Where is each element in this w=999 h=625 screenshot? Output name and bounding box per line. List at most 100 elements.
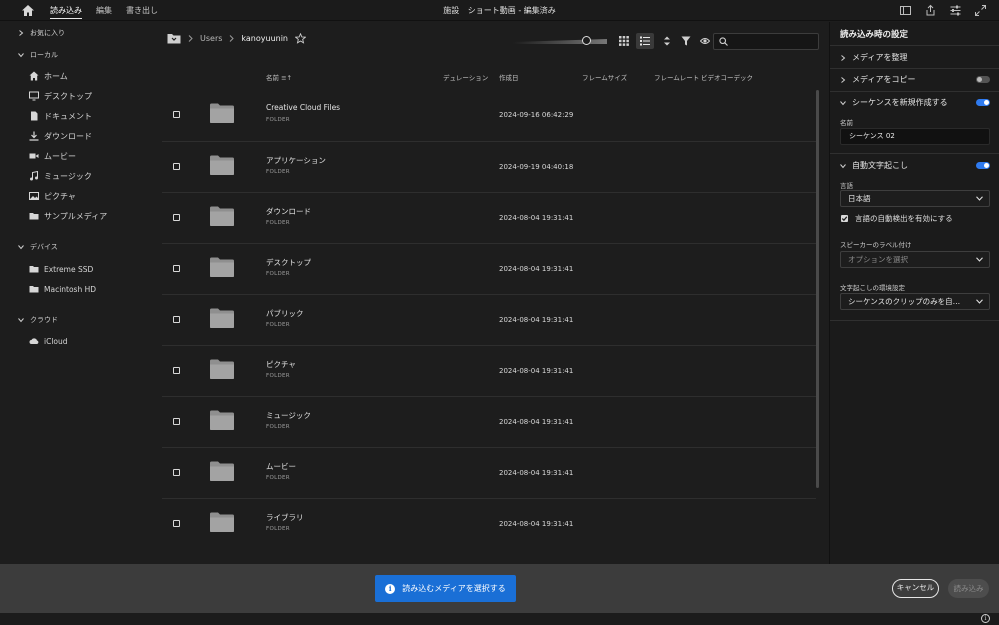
section-header[interactable]: メディアを整理 — [840, 52, 907, 63]
grid-view-button[interactable] — [615, 33, 633, 49]
column-video-codec[interactable]: ビデオコーデック — [701, 72, 753, 82]
sidebar-item-macintosh-hd[interactable]: Macintosh HD — [29, 282, 96, 296]
chevron-down-icon — [18, 245, 24, 250]
breadcrumb-users[interactable]: Users — [200, 34, 222, 43]
row-checkbox[interactable] — [173, 418, 180, 425]
info-icon[interactable]: i — [981, 614, 990, 623]
sidebar-item-desktop[interactable]: デスクトップ — [29, 89, 92, 103]
info-icon: i — [385, 583, 396, 594]
column-name[interactable]: 名前 ≡↑ — [266, 72, 292, 82]
sequence-name-field[interactable]: シーケンス 02 — [840, 128, 990, 145]
table-row[interactable]: ピクチャ FOLDER 2024-08-04 19:31:41 — [162, 345, 816, 396]
import-settings-panel: 読み込み時の設定 メディアを整理 メディアをコピー シーケンスを新規作成する 名… — [829, 22, 999, 564]
column-duration[interactable]: デュレーション — [443, 72, 488, 82]
panel-layout-icon[interactable] — [899, 4, 912, 17]
section-header[interactable]: メディアをコピー — [840, 74, 915, 85]
sidebar-item-downloads[interactable]: ダウンロード — [29, 129, 92, 143]
select-media-button[interactable]: i 読み込むメディアを選択する — [375, 575, 516, 602]
copy-media-toggle[interactable] — [976, 76, 990, 83]
folder-location-icon[interactable] — [167, 33, 181, 44]
chevron-down-icon — [976, 299, 983, 304]
local-section[interactable]: ローカル — [18, 50, 58, 60]
share-icon[interactable] — [924, 4, 937, 17]
transcription-env-select[interactable]: シーケンスのクリップのみを自… — [840, 293, 990, 310]
folder-icon — [29, 286, 39, 293]
table-row[interactable]: ムービー FOLDER 2024-08-04 19:31:41 — [162, 447, 816, 498]
table-row[interactable]: デスクトップ FOLDER 2024-08-04 19:31:41 — [162, 243, 816, 294]
column-headers: 名前 ≡↑ デュレーション 作成日 フレームサイズ フレームレート ビデオコーデ… — [150, 70, 829, 84]
sidebar-item-label: ホーム — [44, 71, 68, 81]
folder-icon — [210, 308, 234, 328]
star-icon[interactable] — [295, 33, 307, 44]
table-row[interactable]: Creative Cloud Files FOLDER 2024-09-16 06:… — [162, 90, 816, 141]
slider-handle[interactable] — [582, 36, 591, 45]
row-checkbox[interactable] — [173, 163, 180, 170]
table-row[interactable]: ミュージック FOLDER 2024-08-04 19:31:41 — [162, 396, 816, 447]
sidebar-item-home[interactable]: ホーム — [29, 69, 68, 83]
column-created[interactable]: 作成日 — [499, 72, 519, 82]
language-value: 日本語 — [848, 194, 871, 203]
cancel-button[interactable]: キャンセル — [892, 579, 939, 598]
filter-icon[interactable] — [681, 36, 691, 46]
table-row[interactable]: アプリケーション FOLDER 2024-09-19 04:40:18 — [162, 141, 816, 192]
column-frame-rate[interactable]: フレームレート — [654, 72, 699, 82]
table-row[interactable]: ライブラリ FOLDER 2024-08-04 19:31:41 — [162, 498, 816, 549]
list-view-button[interactable] — [636, 33, 654, 49]
sort-ascending-icon: ≡↑ — [281, 74, 292, 82]
browser-tools — [662, 36, 710, 46]
fullscreen-icon[interactable] — [974, 4, 987, 17]
auto-detect-label[interactable]: 言語の自動検出を有効にする — [855, 213, 953, 224]
settings-sliders-icon[interactable] — [949, 4, 962, 17]
table-row[interactable]: パブリック FOLDER 2024-08-04 19:31:41 — [162, 294, 816, 345]
speaker-select[interactable]: オプションを選択 — [840, 251, 990, 268]
section-header[interactable]: 自動文字起こし — [840, 160, 908, 171]
sidebar-item-icloud[interactable]: iCloud — [29, 334, 68, 348]
project-location[interactable]: 施設 — [443, 6, 459, 15]
thumbnail-size-slider[interactable] — [513, 36, 607, 45]
section-header[interactable]: シーケンスを新規作成する — [840, 97, 948, 108]
breadcrumb-current[interactable]: kanoyuunin — [241, 34, 288, 43]
list-icon — [640, 36, 650, 46]
chevron-right-icon — [841, 76, 846, 83]
row-checkbox[interactable] — [173, 111, 180, 118]
language-select[interactable]: 日本語 — [840, 190, 990, 207]
sidebar-item-pictures[interactable]: ピクチャ — [29, 189, 76, 203]
file-name: ピクチャ — [266, 360, 296, 369]
cloud-section[interactable]: クラウド — [18, 315, 58, 325]
sidebar-item-movies[interactable]: ムービー — [29, 149, 76, 163]
row-checkbox[interactable] — [173, 316, 180, 323]
new-sequence-toggle[interactable] — [976, 99, 990, 106]
folder-icon — [210, 359, 234, 379]
column-frame-size[interactable]: フレームサイズ — [582, 72, 627, 82]
table-row[interactable]: ダウンロード FOLDER 2024-08-04 19:31:41 — [162, 192, 816, 243]
sidebar-item-documents[interactable]: ドキュメント — [29, 109, 92, 123]
devices-section[interactable]: デバイス — [18, 242, 58, 252]
cloud-label: クラウド — [30, 316, 58, 324]
slider-track — [513, 39, 607, 44]
sidebar-item-sample-media[interactable]: サンプルメディア — [29, 209, 107, 223]
row-checkbox[interactable] — [173, 520, 180, 527]
row-checkbox[interactable] — [173, 469, 180, 476]
chevron-down-icon — [840, 163, 846, 168]
file-name: デスクトップ — [266, 258, 311, 267]
favorites-section[interactable]: お気に入り — [18, 28, 65, 38]
chevron-down-icon — [18, 53, 24, 58]
row-checkbox[interactable] — [173, 367, 180, 374]
folder-icon — [210, 410, 234, 430]
visibility-icon[interactable] — [700, 36, 710, 46]
scrollbar[interactable] — [816, 90, 819, 488]
select-media-label: 読み込むメディアを選択する — [402, 584, 506, 593]
import-button[interactable]: 読み込み — [948, 579, 989, 598]
file-name: ミュージック — [266, 411, 311, 420]
search-input[interactable] — [713, 33, 819, 50]
row-checkbox[interactable] — [173, 214, 180, 221]
sidebar-item-music[interactable]: ミュージック — [29, 169, 92, 183]
file-name: パブリック — [266, 309, 304, 318]
row-checkbox[interactable] — [173, 265, 180, 272]
sort-icon[interactable] — [662, 36, 672, 46]
auto-detect-checkbox[interactable] — [841, 215, 848, 222]
language-label: 言語 — [840, 182, 853, 190]
auto-transcribe-toggle[interactable] — [976, 162, 990, 169]
sidebar-item-extreme-ssd[interactable]: Extreme SSD — [29, 262, 93, 276]
project-name[interactable]: ショート動画 - 編集済み — [468, 6, 556, 15]
